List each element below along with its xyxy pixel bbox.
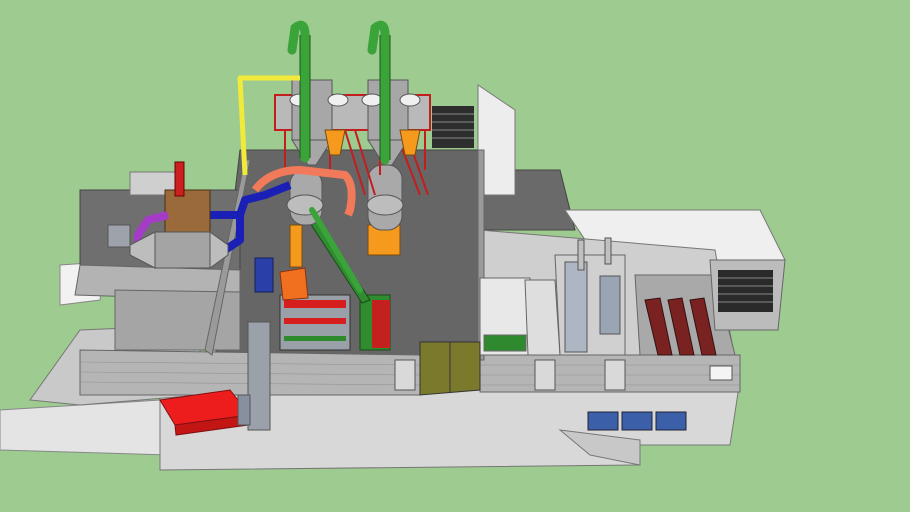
heat-exchanger bbox=[129, 231, 229, 269]
fan-unit bbox=[107, 224, 131, 248]
burner-box bbox=[164, 189, 211, 233]
blue-bins bbox=[587, 411, 687, 431]
garage-door-east bbox=[718, 270, 773, 312]
south-door-1 bbox=[394, 359, 416, 391]
orange-hopper bbox=[279, 267, 309, 301]
silo-tube bbox=[237, 394, 251, 426]
rack-rows bbox=[644, 297, 717, 356]
counter-unit bbox=[599, 275, 621, 335]
south-window bbox=[709, 365, 733, 381]
bin-3 bbox=[655, 411, 687, 431]
scene-canvas bbox=[0, 20, 786, 471]
hopper-left bbox=[289, 224, 303, 268]
bin-2 bbox=[621, 411, 653, 431]
hood-unit bbox=[564, 261, 588, 353]
exhaust-stack-1 bbox=[577, 239, 585, 271]
exhaust-stack-2 bbox=[604, 237, 612, 265]
red-chimney bbox=[174, 161, 185, 197]
west-ground-slab bbox=[0, 399, 171, 456]
bin-1 bbox=[587, 411, 619, 431]
south-door-3 bbox=[604, 359, 626, 391]
storage-silo bbox=[247, 321, 271, 431]
plant-3d-model-scene bbox=[0, 0, 910, 512]
south-door-2 bbox=[534, 359, 556, 391]
green-shelf bbox=[483, 334, 527, 352]
blue-motor bbox=[254, 257, 274, 293]
garage-door-north bbox=[432, 106, 474, 148]
